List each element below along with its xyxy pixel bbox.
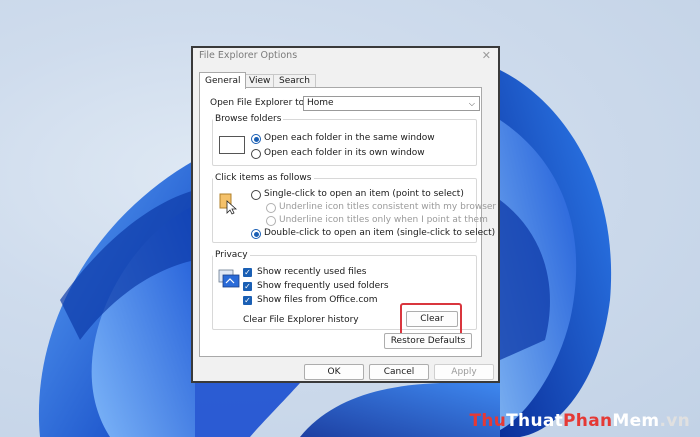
tab-view[interactable]: View <box>243 74 277 88</box>
watermark-part-1: Thu <box>469 411 507 431</box>
apply-button[interactable]: Apply <box>434 364 494 380</box>
tab-general[interactable]: General <box>199 72 247 89</box>
window-title: File Explorer Options <box>199 50 298 61</box>
same-window-label: Open each folder in the same window <box>264 133 435 143</box>
general-tab-panel: Open File Explorer to: Home ⌵ Browse fol… <box>199 87 496 357</box>
underline-point-label: Underline icon titles only when I point … <box>279 215 488 225</box>
radio-double-click[interactable] <box>251 229 261 239</box>
watermark-part-4: Mem <box>612 411 660 431</box>
radio-underline-point[interactable] <box>266 216 276 226</box>
click-items-group: Click items as follows Single-click to o… <box>212 173 496 243</box>
open-explorer-value: Home <box>307 98 334 108</box>
site-watermark: ThuThuatPhanMem.vn <box>469 411 690 431</box>
tab-search[interactable]: Search <box>273 74 316 88</box>
check-frequent-folders[interactable]: ✓ <box>243 282 252 291</box>
radio-underline-consistent[interactable] <box>266 203 276 213</box>
radio-own-window[interactable] <box>251 149 261 159</box>
open-explorer-label: Open File Explorer to: <box>210 98 308 108</box>
click-items-legend: Click items as follows <box>215 173 312 183</box>
recent-files-label: Show recently used files <box>257 267 367 277</box>
watermark-part-5: .vn <box>659 411 690 431</box>
watermark-part-3: Phan <box>563 411 613 431</box>
restore-defaults-button[interactable]: Restore Defaults <box>384 333 472 349</box>
frequent-folders-label: Show frequently used folders <box>257 281 389 291</box>
privacy-group: Privacy ✓ Show recently used files ✓ Sho… <box>212 250 477 337</box>
radio-single-click[interactable] <box>251 190 261 200</box>
file-explorer-options-dialog: File Explorer Options ✕ General View Sea… <box>191 46 500 383</box>
own-window-label: Open each folder in its own window <box>264 148 425 158</box>
radio-same-window[interactable] <box>251 134 261 144</box>
watermark-part-2: Thuat <box>506 411 564 431</box>
open-explorer-dropdown[interactable]: Home ⌵ <box>303 96 480 111</box>
double-click-label: Double-click to open an item (single-cli… <box>264 228 496 238</box>
office-files-label: Show files from Office.com <box>257 295 378 305</box>
check-office-files[interactable]: ✓ <box>243 296 252 305</box>
clear-history-button[interactable]: Clear <box>406 311 458 327</box>
check-recent-files[interactable]: ✓ <box>243 268 252 277</box>
folder-window-icon <box>219 136 245 154</box>
cancel-button[interactable]: Cancel <box>369 364 429 380</box>
recent-files-icon <box>218 269 240 288</box>
underline-consistent-label: Underline icon titles consistent with my… <box>279 202 497 212</box>
single-click-label: Single-click to open an item (point to s… <box>264 189 464 199</box>
cursor-click-icon <box>219 193 237 215</box>
ok-button[interactable]: OK <box>304 364 364 380</box>
privacy-legend: Privacy <box>215 250 248 260</box>
close-icon[interactable]: ✕ <box>482 49 491 62</box>
title-bar[interactable]: File Explorer Options ✕ <box>193 48 498 66</box>
browse-folders-group: Browse folders Open each folder in the s… <box>212 114 477 166</box>
chevron-down-icon: ⌵ <box>468 99 475 108</box>
browse-folders-legend: Browse folders <box>215 114 282 124</box>
clear-history-label: Clear File Explorer history <box>243 315 359 325</box>
